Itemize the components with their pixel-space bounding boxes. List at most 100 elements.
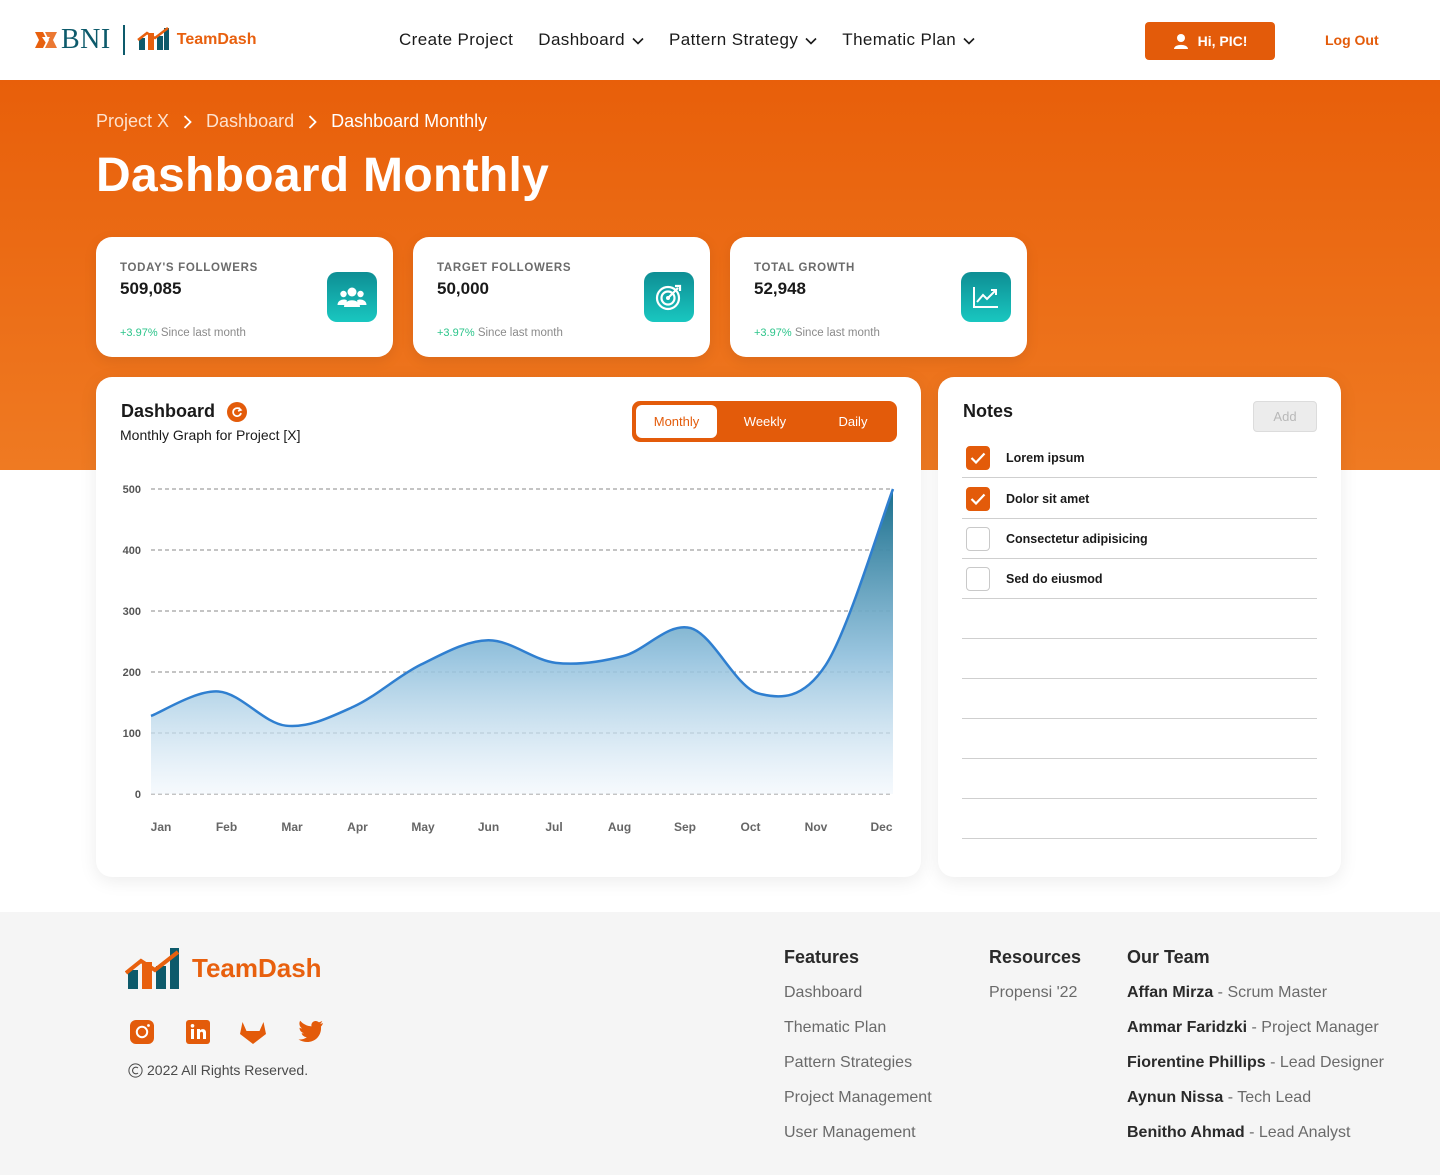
x-tick-label: Feb bbox=[216, 820, 237, 834]
page-title: Dashboard Monthly bbox=[96, 149, 550, 202]
team-member: Fiorentine Phillips - Lead Designer bbox=[1127, 1054, 1384, 1071]
tab-daily[interactable]: Daily bbox=[813, 405, 893, 438]
breadcrumb: Project X Dashboard Dashboard Monthly bbox=[96, 111, 487, 132]
tab-monthly[interactable]: Monthly bbox=[636, 405, 717, 438]
nav-thematic-plan-dropdown[interactable]: Thematic Plan bbox=[842, 30, 975, 50]
top-navbar: BNI TeamDash Create Project Dashboard Pa… bbox=[0, 0, 1440, 80]
footer-link-project-management[interactable]: Project Management bbox=[784, 1089, 932, 1107]
teamdash-logo-icon bbox=[125, 948, 180, 989]
note-text: Lorem ipsum bbox=[1006, 450, 1085, 465]
linkedin-icon[interactable] bbox=[184, 1018, 212, 1046]
data-point[interactable] bbox=[889, 485, 897, 493]
footer-link-pattern-strategies[interactable]: Pattern Strategies bbox=[784, 1054, 912, 1072]
chevron-right-icon bbox=[183, 114, 192, 129]
twitter-icon[interactable] bbox=[296, 1018, 324, 1046]
data-point[interactable] bbox=[619, 652, 627, 660]
copyright-icon bbox=[128, 1062, 143, 1078]
x-tick-label: Jun bbox=[478, 820, 499, 834]
x-tick-label: Apr bbox=[347, 820, 368, 834]
data-point[interactable] bbox=[822, 661, 830, 669]
team-member-role: Lead Analyst bbox=[1258, 1124, 1351, 1141]
brand-logos[interactable]: BNI TeamDash bbox=[34, 22, 256, 58]
team-member-name: Fiorentine Phillips bbox=[1127, 1054, 1266, 1071]
stat-label: TARGET FOLLOWERS bbox=[437, 262, 572, 274]
logout-link[interactable]: Log Out bbox=[1325, 32, 1379, 48]
y-tick-label: 500 bbox=[123, 484, 141, 496]
gitlab-icon[interactable] bbox=[239, 1018, 267, 1046]
stat-value: 52,948 bbox=[754, 279, 806, 298]
nav-create-project-label: Create Project bbox=[399, 30, 514, 49]
chevron-right-icon bbox=[308, 114, 317, 129]
teamdash-logo-icon bbox=[136, 25, 171, 56]
copyright-text: 2022 All Rights Reserved. bbox=[147, 1062, 309, 1078]
footer-logo[interactable]: TeamDash bbox=[125, 946, 322, 990]
stat-value: 50,000 bbox=[437, 279, 489, 298]
stat-delta-line: +3.97% Since last month bbox=[754, 327, 880, 339]
area-fill bbox=[151, 489, 893, 794]
note-empty-line bbox=[962, 719, 1317, 759]
note-text: Consectetur adipisicing bbox=[1006, 531, 1148, 546]
team-member: Benitho Ahmad - Lead Analyst bbox=[1127, 1124, 1351, 1141]
x-tick-label: Sep bbox=[674, 820, 696, 834]
note-checkbox[interactable] bbox=[966, 486, 990, 511]
note-checkbox[interactable] bbox=[966, 445, 990, 470]
breadcrumb-dashboard[interactable]: Dashboard bbox=[206, 111, 294, 132]
bni-logo-icon bbox=[34, 29, 58, 51]
data-point[interactable] bbox=[484, 636, 492, 644]
team-member-name: Benitho Ahmad bbox=[1127, 1124, 1245, 1141]
chart-card-title: Dashboard bbox=[121, 401, 216, 421]
nav-dashboard-dropdown[interactable]: Dashboard bbox=[538, 30, 644, 50]
note-empty-line bbox=[962, 799, 1317, 839]
data-point[interactable] bbox=[282, 722, 290, 730]
note-empty-line bbox=[962, 599, 1317, 639]
footer-link-propensi[interactable]: Propensi '22 bbox=[989, 984, 1077, 1002]
add-note-button[interactable]: Add bbox=[1253, 401, 1317, 432]
footer-link-thematic-plan[interactable]: Thematic Plan bbox=[784, 1019, 886, 1037]
note-checkbox[interactable] bbox=[966, 526, 990, 551]
nav-pattern-strategy-dropdown[interactable]: Pattern Strategy bbox=[669, 30, 817, 50]
x-tick-label: Jan bbox=[151, 820, 172, 834]
x-tick-label: Jul bbox=[545, 820, 562, 834]
data-point[interactable] bbox=[147, 712, 155, 720]
nav-create-project[interactable]: Create Project bbox=[399, 30, 513, 50]
x-tick-label: Aug bbox=[608, 820, 631, 834]
note-item[interactable]: Sed do eiusmod bbox=[962, 559, 1317, 599]
stat-delta-line: +3.97% Since last month bbox=[120, 327, 246, 339]
stat-label: TOTAL GROWTH bbox=[754, 262, 856, 274]
team-member: Ammar Faridzki - Project Manager bbox=[1127, 1019, 1379, 1036]
x-tick-label: May bbox=[411, 820, 435, 834]
stat-delta: +3.97% bbox=[754, 327, 792, 339]
teamdash-wordmark: TeamDash bbox=[176, 31, 257, 48]
data-point[interactable] bbox=[417, 661, 425, 669]
data-point[interactable] bbox=[552, 659, 560, 667]
stat-card-total-growth: TOTAL GROWTH 52,948 +3.97% Since last mo… bbox=[730, 237, 1027, 357]
stat-card-target-followers: TARGET FOLLOWERS 50,000 +3.97% Since las… bbox=[413, 237, 710, 357]
refresh-icon[interactable] bbox=[227, 402, 247, 422]
data-point[interactable] bbox=[349, 703, 357, 711]
team-member: Affan Mirza - Scrum Master bbox=[1127, 984, 1328, 1001]
footer-link-dashboard[interactable]: Dashboard bbox=[784, 984, 862, 1002]
breadcrumb-current: Dashboard Monthly bbox=[331, 111, 488, 131]
stat-delta: +3.97% bbox=[120, 327, 158, 339]
data-point[interactable] bbox=[687, 624, 695, 632]
bni-wordmark: BNI bbox=[61, 24, 111, 55]
stat-label: TODAY'S FOLLOWERS bbox=[120, 262, 258, 274]
note-item[interactable]: Dolor sit amet bbox=[962, 479, 1317, 519]
breadcrumb-project[interactable]: Project X bbox=[96, 111, 169, 132]
nav-dashboard-label: Dashboard bbox=[538, 30, 626, 49]
footer-features-title: Features bbox=[784, 947, 860, 967]
team-member: Aynun Nissa - Tech Lead bbox=[1127, 1089, 1312, 1106]
footer-resources-title: Resources bbox=[989, 947, 1082, 967]
data-point[interactable] bbox=[754, 689, 762, 697]
footer-link-user-management[interactable]: User Management bbox=[784, 1124, 916, 1142]
period-toggle: Monthly Weekly Daily bbox=[632, 401, 897, 442]
note-item[interactable]: Lorem ipsum bbox=[962, 438, 1317, 478]
data-point[interactable] bbox=[214, 688, 222, 696]
tab-weekly[interactable]: Weekly bbox=[717, 405, 813, 438]
x-tick-label: Mar bbox=[281, 820, 303, 834]
user-profile-button[interactable]: Hi, PIC! bbox=[1145, 22, 1275, 60]
note-item[interactable]: Consectetur adipisicing bbox=[962, 519, 1317, 559]
brand-divider bbox=[122, 25, 125, 55]
note-checkbox[interactable] bbox=[966, 566, 990, 591]
instagram-icon[interactable] bbox=[128, 1018, 156, 1046]
